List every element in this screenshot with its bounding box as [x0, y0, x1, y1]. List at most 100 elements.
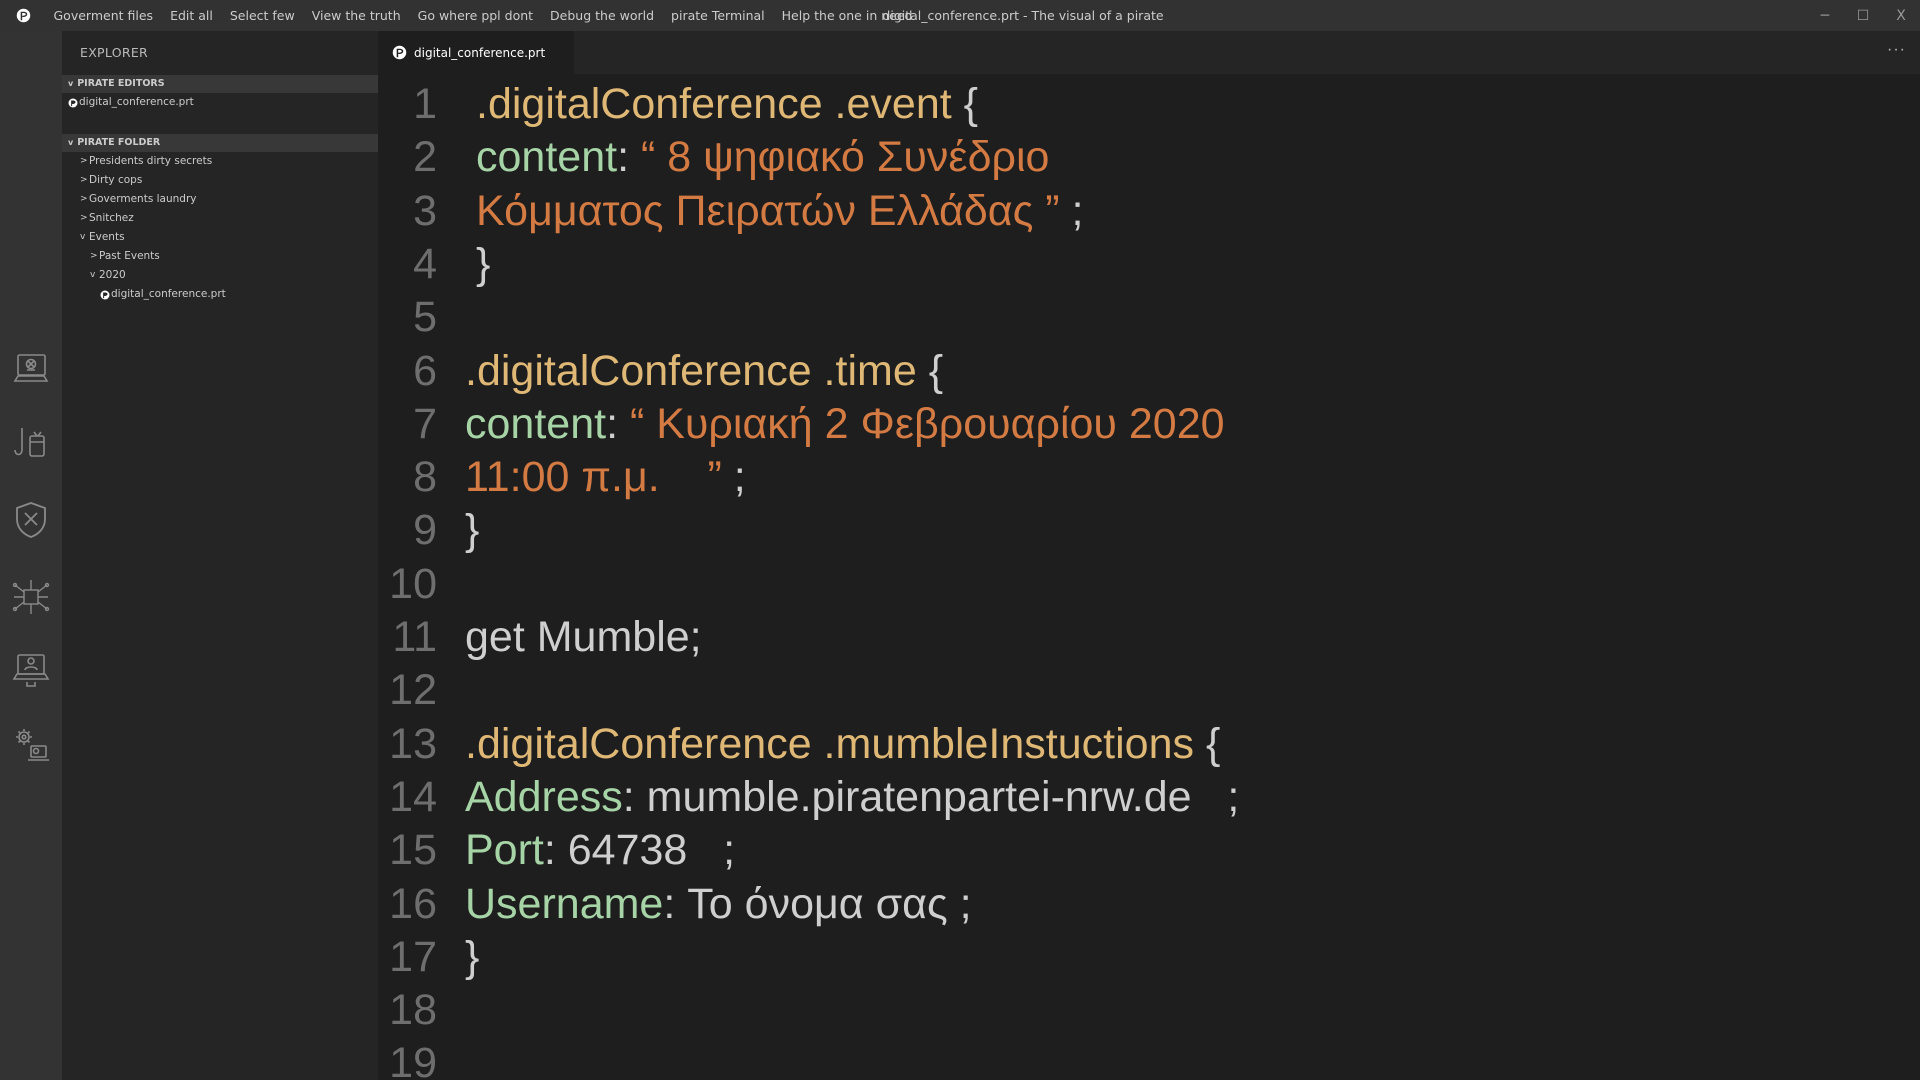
line-number: 9	[413, 506, 437, 555]
chevron-down-icon: v	[68, 138, 74, 147]
line-number: 13	[389, 719, 437, 768]
pirate-file-icon	[392, 45, 407, 60]
folder-past-events[interactable]: > Past Events	[62, 247, 378, 266]
chevron-right-icon: >	[80, 156, 88, 166]
minimize-button[interactable]: ─	[1806, 0, 1844, 31]
laptop-user-icon[interactable]	[9, 647, 53, 691]
menu-goverment-files[interactable]: Goverment files	[45, 8, 162, 23]
chevron-down-icon: v	[80, 232, 86, 242]
line-number: 10	[389, 559, 437, 608]
code-line[interactable]: 6 .digitalConference .time {	[378, 345, 1920, 398]
file-digital-conference[interactable]: digital_conference.prt	[62, 285, 378, 304]
editor-area: digital_conference.prt ··· 1 .digitalConf…	[378, 31, 1920, 1080]
code-line[interactable]: 9}	[378, 504, 1920, 557]
code-token: }	[476, 239, 491, 288]
pirate-editors-label: PIRATE EDITORS	[77, 78, 165, 89]
pirate-computer-icon[interactable]	[9, 347, 53, 391]
code-line[interactable]: 16 Username: Το όνομα σας ;	[378, 878, 1920, 931]
code-text: .digitalConference .event {	[476, 80, 978, 129]
code-line[interactable]: 13 .digitalConference .mumbleInstuctions …	[378, 718, 1920, 771]
folder-label: Events	[89, 231, 125, 243]
code-text: content: “ 8 ψηφιακό Συνέδριο	[476, 133, 1049, 182]
code-line[interactable]: 18	[378, 984, 1920, 1037]
menu-view-the-truth[interactable]: View the truth	[303, 8, 409, 23]
open-editor-filename: digital_conference.prt	[79, 96, 194, 108]
line-number: 6	[413, 346, 437, 395]
pirate-editors-header[interactable]: v PIRATE EDITORS	[62, 75, 378, 93]
tab-digital-conference[interactable]: digital_conference.prt	[378, 31, 574, 74]
gears-laptop-icon[interactable]	[9, 723, 53, 767]
menu-go-where-ppl-dont[interactable]: Go where ppl dont	[409, 8, 541, 23]
code-token: .digitalConference .event	[476, 80, 964, 128]
pirate-folder-label: PIRATE FOLDER	[77, 137, 161, 148]
code-token: Address	[465, 772, 623, 821]
pirate-folder-header[interactable]: v PIRATE FOLDER	[62, 134, 378, 152]
code-line[interactable]: 8 11:00 π.μ. ” ;	[378, 451, 1920, 504]
folder-2020[interactable]: v 2020	[62, 266, 378, 285]
code-line[interactable]: 14 Address: mumble.piratenpartei-nrw.de ;	[378, 771, 1920, 824]
line-number: 14	[389, 772, 437, 821]
code-text: Address: mumble.piratenpartei-nrw.de ;	[465, 773, 1239, 822]
maximize-button[interactable]: ☐	[1844, 0, 1882, 31]
line-number: 12	[389, 666, 437, 715]
line-number: 3	[413, 186, 437, 235]
code-token: : Το όνομα σας ;	[663, 879, 972, 928]
folder-presidents-dirty-secrets[interactable]: > Presidents dirty secrets	[62, 152, 378, 171]
folder-dirty-cops[interactable]: > Dirty cops	[62, 171, 378, 190]
folder-label: 2020	[99, 269, 126, 281]
folder-label: Presidents dirty secrets	[89, 155, 213, 167]
explorer-title: EXPLORER	[80, 45, 149, 60]
folder-label: Dirty cops	[89, 174, 143, 186]
code-token: }	[465, 932, 480, 981]
line-number: 18	[389, 986, 437, 1035]
code-text: Port: 64738 ;	[465, 826, 735, 875]
menu-edit-all[interactable]: Edit all	[162, 8, 222, 23]
code-token: content	[476, 133, 618, 182]
folder-goverments-laundry[interactable]: > Goverments laundry	[62, 190, 378, 209]
code-text: Κόμματος Πειρατών Ελλάδας ” ;	[476, 187, 1084, 236]
pirate-logo-icon[interactable]	[15, 8, 31, 24]
code-text: get Mumble;	[465, 613, 702, 662]
code-line[interactable]: 5	[378, 291, 1920, 344]
code-line[interactable]: 3 Κόμματος Πειρατών Ελλάδας ” ;	[378, 185, 1920, 238]
menu-pirate-terminal[interactable]: pirate Terminal	[663, 8, 774, 23]
menu-debug-the-world[interactable]: Debug the world	[542, 8, 663, 23]
code-token: {	[928, 346, 944, 395]
chevron-right-icon: >	[90, 251, 98, 261]
folder-events[interactable]: v Events	[62, 228, 378, 247]
circuit-board-icon[interactable]	[9, 575, 53, 619]
code-line[interactable]: 19	[378, 1037, 1920, 1080]
more-actions-button[interactable]: ···	[1887, 41, 1906, 59]
code-line[interactable]: 4}	[378, 238, 1920, 291]
close-button[interactable]: X	[1882, 0, 1920, 31]
code-token: 11:00 π.μ. ”	[465, 453, 722, 502]
code-line[interactable]: 12	[378, 664, 1920, 717]
code-line[interactable]: 17}	[378, 931, 1920, 984]
line-number: 19	[389, 1039, 437, 1080]
folder-snitchez[interactable]: > Snitchez	[62, 209, 378, 228]
line-number: 17	[389, 932, 437, 981]
code-token: : mumble.piratenpartei-nrw.de ;	[622, 772, 1240, 821]
code-line[interactable]: 2 content: “ 8 ψηφιακό Συνέδριο	[378, 131, 1920, 184]
code-token: {	[963, 80, 979, 128]
code-line[interactable]: 1 .digitalConference .event {	[378, 78, 1920, 131]
line-number: 5	[413, 293, 437, 342]
activity-bar	[0, 31, 62, 1080]
explorer-sidebar: EXPLORER v PIRATE EDITORS digital_confer…	[62, 31, 378, 1080]
menu-select-few[interactable]: Select few	[221, 8, 303, 23]
code-line[interactable]: 7 content: “ Κυριακή 2 Φεβρουαρίου 2020	[378, 398, 1920, 451]
shield-cross-icon[interactable]	[9, 498, 53, 542]
chevron-right-icon: >	[80, 175, 88, 185]
menu-help[interactable]: Help the one in need	[773, 8, 921, 23]
code-view[interactable]: 1 .digitalConference .event {2 content: “ …	[378, 74, 1920, 1080]
code-line[interactable]: 10	[378, 558, 1920, 611]
hook-drink-icon[interactable]	[9, 420, 53, 464]
code-line[interactable]: 11 get Mumble;	[378, 611, 1920, 664]
folder-label: Past Events	[99, 250, 160, 262]
chevron-right-icon: >	[80, 194, 88, 204]
code-token: “ Κυριακή 2 Φεβρουαρίου 2020	[629, 399, 1225, 448]
code-token: Port	[465, 826, 544, 875]
code-line[interactable]: 15 Port: 64738 ;	[378, 824, 1920, 877]
open-editor-item[interactable]: digital_conference.prt	[62, 93, 378, 112]
folder-label: Snitchez	[89, 212, 134, 224]
